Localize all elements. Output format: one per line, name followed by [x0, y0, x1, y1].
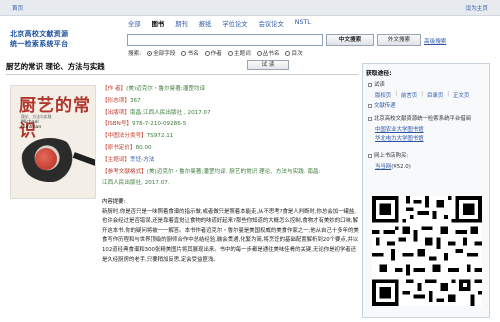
cover-tomato-illustration — [35, 148, 57, 170]
checkbox-icon — [368, 82, 372, 87]
tab-dissertations[interactable]: 学位论文 — [222, 19, 247, 29]
access-document-delivery[interactable]: 文献传递 — [368, 101, 396, 109]
meta-pages: 【形态项】367 — [102, 97, 141, 104]
top-bar: 首页 设为主页 — [0, 0, 500, 16]
logo-line-1: 北京高校文献资源 — [10, 30, 69, 38]
qr-code-graphic — [372, 196, 482, 306]
tab-journals[interactable]: 期刊 — [175, 19, 188, 29]
radio-dot — [204, 50, 210, 56]
search-input[interactable] — [127, 34, 323, 46]
access-trial: 试读 — [368, 80, 385, 88]
book-metadata: 【作 者】(美)迈克尔・鲁尔曼著;潘罡均译 【形态项】367 【出版项】南昌:江… — [102, 84, 358, 190]
meta-subject: 【主题词】烹饪-方法 — [102, 156, 155, 163]
radio-dot — [181, 50, 187, 56]
trial-link-copyright[interactable]: 版权页 — [375, 91, 391, 99]
chinese-search-button[interactable]: 中文搜索 — [326, 34, 374, 46]
trial-link-toc[interactable]: 目录页 — [427, 91, 443, 99]
book-summary: 内容提要: 新厨时,你是否只是一味照着食谱的指示做,或者做只是照着本能走,从不思… — [102, 198, 359, 265]
library-link-ncepu[interactable]: 华北电力大学图书馆 — [375, 134, 424, 142]
radio-contents[interactable]: 目次 — [285, 49, 303, 57]
foreign-search-button[interactable]: 外文搜索 — [377, 34, 421, 46]
radio-series[interactable]: 丛书名 — [256, 49, 279, 57]
radio-dot — [285, 50, 291, 56]
search-field-options: 搜索: 全部字段 书名 作者 主题词 丛书名 目次 — [128, 49, 303, 57]
radio-all-fields[interactable]: 全部字段 — [147, 49, 175, 57]
meta-citation: 【参考文献格式】(美)迈克尔・鲁尔曼著;潘罡均译. 厨艺的常识 理论、方法与实践… — [102, 168, 321, 175]
store-price: (¥52.0) — [391, 164, 411, 170]
radio-dot — [227, 50, 233, 56]
search-category-tabs: 全部 图书 期刊 报纸 学位论文 会议论文 NSTL — [128, 19, 311, 29]
tab-books[interactable]: 图书 — [152, 19, 165, 29]
meta-author: 【作 者】(美)迈克尔・鲁尔曼著;潘罡均译 — [102, 86, 206, 92]
qr-code-image — [372, 196, 482, 306]
site-logo[interactable]: 北京高校文献资源 统一检索系统平台 — [10, 29, 118, 49]
home-link[interactable]: 首页 — [12, 4, 23, 12]
trial-link-body[interactable]: 正文页 — [453, 91, 469, 99]
tab-conference-papers[interactable]: 会议论文 — [259, 19, 284, 29]
checkbox-icon — [368, 153, 372, 158]
book-cover-image: 厨艺的常识 理论、方法与实践 Michael Ruhlman — [10, 85, 96, 199]
library-link-cau[interactable]: 中国农业大学图书馆 — [375, 125, 424, 133]
radio-dot — [256, 50, 262, 56]
checkbox-icon — [368, 116, 372, 121]
logo-line-2: 统一检索系统平台 — [10, 40, 69, 48]
summary-heading: 内容提要: — [102, 199, 126, 205]
radio-title[interactable]: 书名 — [181, 49, 199, 57]
access-panel-title: 获取途径: — [366, 71, 392, 77]
trial-links: 版权页 | 前言页 | 目录页 | 正文页 — [375, 91, 470, 99]
advanced-search-link[interactable]: 高级搜索 — [424, 37, 446, 45]
meta-citation-cont: 江西人民出版社, 2017.07. — [102, 180, 170, 187]
book-title: 厨艺的常识 理论、方法与实践 — [6, 62, 105, 71]
meta-publisher: 【出版项】南昌:江西人民出版社 , 2017.07 — [102, 109, 211, 116]
summary-text: 新厨时,你是否只是一味照着食谱的指示做,或者做只是照着本能走,从不思考?食是人判… — [102, 208, 359, 263]
checkbox-icon — [368, 103, 372, 108]
meta-classification: 【中图法分类号】TS972.11 — [102, 133, 174, 140]
cover-author: Michael Ruhlman — [21, 120, 42, 130]
search-field-label: 搜索: — [128, 51, 142, 57]
tab-nstl[interactable]: NSTL — [295, 19, 311, 29]
store-link[interactable]: 当当网 — [375, 164, 391, 170]
trial-link-preface[interactable]: 前言页 — [401, 91, 417, 99]
meta-price: 【原书定价】80.00 — [102, 144, 152, 151]
meta-isbn: 【ISBN号】978-7-210-09286-5 — [102, 121, 187, 128]
radio-author[interactable]: 作者 — [204, 49, 222, 57]
radio-dot — [147, 50, 153, 56]
access-online-store: 网上书店购买: — [368, 151, 408, 159]
access-borrow: 北京高校文献资源统一检索系统平台借阅 — [368, 114, 471, 122]
try-read-button[interactable]: 试 读 — [247, 60, 289, 70]
tab-all[interactable]: 全部 — [128, 19, 141, 29]
store-line: 当当网(¥52.0) — [375, 162, 411, 170]
tab-newspapers[interactable]: 报纸 — [199, 19, 212, 29]
radio-subject[interactable]: 主题词 — [227, 49, 251, 57]
divider — [6, 74, 358, 75]
set-homepage-link[interactable]: 设为主页 — [466, 4, 488, 12]
subject-link[interactable]: 烹饪-方法 — [130, 157, 154, 163]
